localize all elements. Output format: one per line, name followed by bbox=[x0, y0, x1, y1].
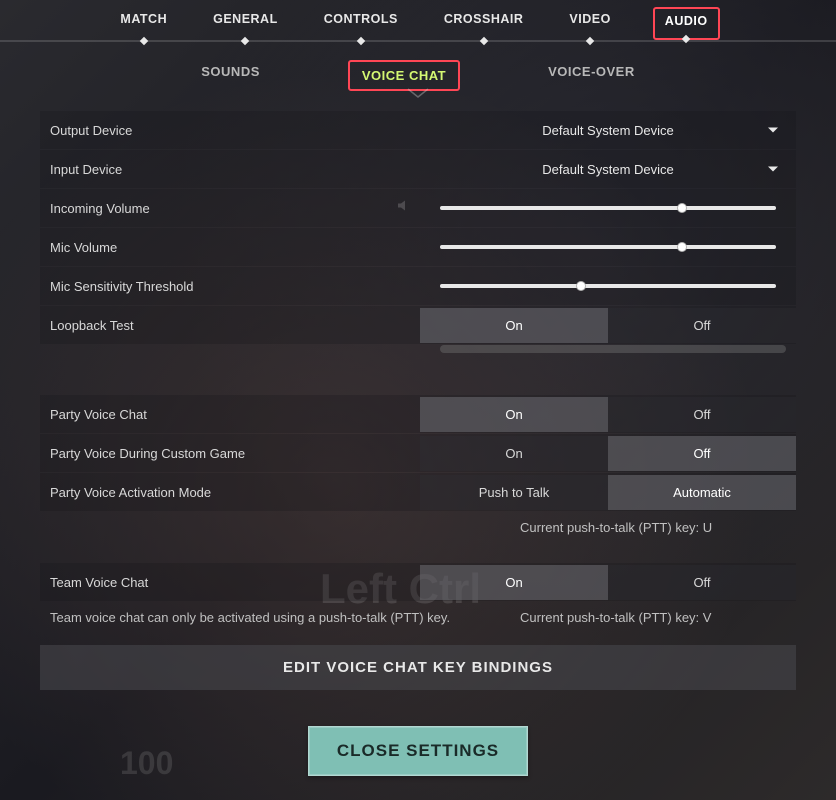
toggle-team-voice: On Off bbox=[420, 565, 796, 600]
slider-thumb[interactable] bbox=[677, 242, 687, 252]
row-party-voice-chat: Party Voice Chat On Off bbox=[40, 395, 796, 433]
label-team-voice-chat: Team Voice Chat bbox=[40, 575, 420, 590]
loopback-meter bbox=[440, 345, 786, 353]
info-team-ptt: Team voice chat can only be activated us… bbox=[40, 602, 796, 633]
row-party-activation: Party Voice Activation Mode Push to Talk… bbox=[40, 473, 796, 511]
subtab-sounds[interactable]: SOUNDS bbox=[193, 60, 268, 91]
row-input-device: Input Device Default System Device bbox=[40, 150, 796, 188]
toggle-party-activation: Push to Talk Automatic bbox=[420, 475, 796, 510]
toggle-team-voice-off[interactable]: Off bbox=[608, 565, 796, 600]
label-output-device: Output Device bbox=[40, 123, 420, 138]
label-party-activation: Party Voice Activation Mode bbox=[40, 485, 420, 500]
tab-video[interactable]: VIDEO bbox=[565, 12, 614, 40]
toggle-party-voice-on[interactable]: On bbox=[420, 397, 608, 432]
row-mic-sensitivity: Mic Sensitivity Threshold bbox=[40, 267, 796, 305]
toggle-party-activation-ptt[interactable]: Push to Talk bbox=[420, 475, 608, 510]
label-incoming-volume: Incoming Volume bbox=[40, 201, 420, 216]
slider-thumb[interactable] bbox=[576, 281, 586, 291]
label-mic-volume: Mic Volume bbox=[40, 240, 420, 255]
tab-audio-label: AUDIO bbox=[665, 14, 708, 28]
top-tabs: MATCH GENERAL CONTROLS CROSSHAIR VIDEO A… bbox=[0, 0, 836, 42]
info-team-ptt-note: Team voice chat can only be activated us… bbox=[50, 610, 520, 625]
close-settings-button[interactable]: CLOSE SETTINGS bbox=[308, 726, 528, 776]
subtab-voice-over[interactable]: VOICE-OVER bbox=[540, 60, 643, 91]
tab-general-label: GENERAL bbox=[213, 12, 278, 26]
dropdown-output-device[interactable]: Default System Device bbox=[430, 115, 786, 146]
tab-match[interactable]: MATCH bbox=[116, 12, 171, 40]
tab-audio[interactable]: AUDIO bbox=[653, 7, 720, 40]
label-mic-sensitivity: Mic Sensitivity Threshold bbox=[40, 279, 420, 294]
row-team-voice-chat: Team Voice Chat On Off bbox=[40, 563, 796, 601]
toggle-party-voice-custom-on[interactable]: On bbox=[420, 436, 608, 471]
chevron-down-icon bbox=[406, 86, 430, 98]
label-loopback-test: Loopback Test bbox=[40, 318, 420, 333]
tab-video-label: VIDEO bbox=[569, 12, 610, 26]
slider-mic-volume[interactable] bbox=[440, 245, 776, 249]
toggle-loopback-off[interactable]: Off bbox=[608, 308, 796, 343]
toggle-party-voice-custom-off[interactable]: Off bbox=[608, 436, 796, 471]
slider-mic-sensitivity[interactable] bbox=[440, 284, 776, 288]
tab-crosshair-label: CROSSHAIR bbox=[444, 12, 524, 26]
edit-voice-bindings-button[interactable]: EDIT VOICE CHAT KEY BINDINGS bbox=[40, 645, 796, 690]
tab-controls-label: CONTROLS bbox=[324, 12, 398, 26]
loopback-meter-row bbox=[40, 345, 796, 361]
tab-crosshair[interactable]: CROSSHAIR bbox=[440, 12, 528, 40]
row-incoming-volume: Incoming Volume bbox=[40, 189, 796, 227]
tab-controls[interactable]: CONTROLS bbox=[320, 12, 402, 40]
toggle-party-voice-custom: On Off bbox=[420, 436, 796, 471]
speaker-icon bbox=[396, 199, 410, 218]
toggle-party-voice-off[interactable]: Off bbox=[608, 397, 796, 432]
label-input-device: Input Device bbox=[40, 162, 420, 177]
row-party-voice-custom: Party Voice During Custom Game On Off bbox=[40, 434, 796, 472]
caret-down-icon bbox=[768, 167, 778, 172]
row-loopback-test: Loopback Test On Off bbox=[40, 306, 796, 344]
sub-tabs: SOUNDS VOICE CHAT VOICE-OVER bbox=[0, 42, 836, 103]
subtab-voice-chat[interactable]: VOICE CHAT bbox=[348, 60, 460, 91]
caret-down-icon bbox=[768, 128, 778, 133]
info-party-ptt: Current push-to-talk (PTT) key: U bbox=[40, 512, 796, 543]
dropdown-input-device[interactable]: Default System Device bbox=[430, 154, 786, 185]
row-mic-volume: Mic Volume bbox=[40, 228, 796, 266]
toggle-party-activation-auto[interactable]: Automatic bbox=[608, 475, 796, 510]
toggle-loopback: On Off bbox=[420, 308, 796, 343]
slider-incoming-volume[interactable] bbox=[440, 206, 776, 210]
toggle-loopback-on[interactable]: On bbox=[420, 308, 608, 343]
toggle-party-voice: On Off bbox=[420, 397, 796, 432]
toggle-team-voice-on[interactable]: On bbox=[420, 565, 608, 600]
dropdown-input-device-value: Default System Device bbox=[542, 162, 674, 177]
tab-match-label: MATCH bbox=[120, 12, 167, 26]
row-output-device: Output Device Default System Device bbox=[40, 111, 796, 149]
slider-thumb[interactable] bbox=[677, 203, 687, 213]
dropdown-output-device-value: Default System Device bbox=[542, 123, 674, 138]
label-party-voice-custom: Party Voice During Custom Game bbox=[40, 446, 420, 461]
info-party-ptt-text: Current push-to-talk (PTT) key: U bbox=[520, 520, 786, 535]
info-team-ptt-key: Current push-to-talk (PTT) key: V bbox=[520, 610, 786, 625]
label-party-voice-chat: Party Voice Chat bbox=[40, 407, 420, 422]
tab-general[interactable]: GENERAL bbox=[209, 12, 282, 40]
